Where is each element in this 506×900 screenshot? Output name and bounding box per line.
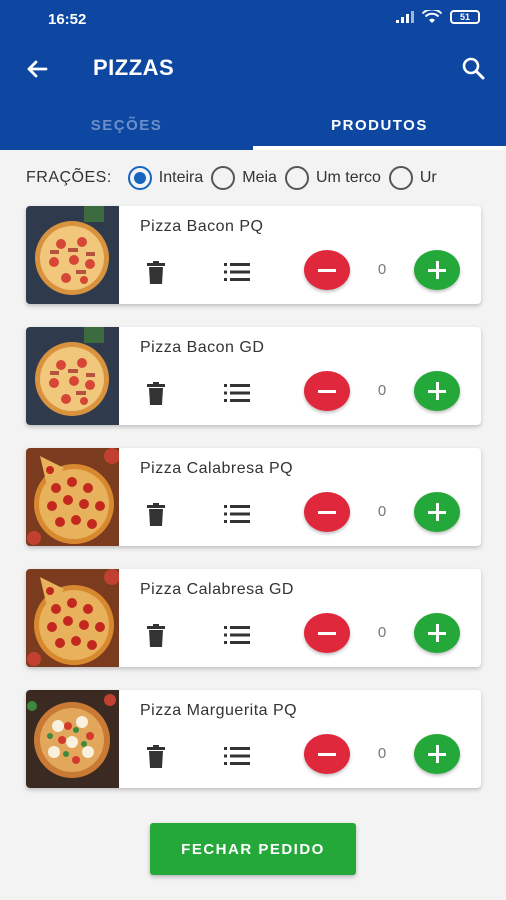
increase-quantity-button[interactable] bbox=[414, 613, 460, 653]
radio-unchecked-icon[interactable] bbox=[388, 166, 413, 190]
toolbar: PIZZAS bbox=[0, 38, 506, 100]
details-button[interactable] bbox=[224, 746, 250, 766]
fraction-option-um-terco[interactable]: Um terco bbox=[284, 166, 381, 190]
fraction-option-label: Meia bbox=[242, 169, 277, 186]
product-name: Pizza Bacon GD bbox=[140, 339, 265, 356]
delete-button[interactable] bbox=[146, 745, 166, 769]
fraction-option-label: Um terco bbox=[315, 169, 381, 186]
search-icon bbox=[462, 57, 485, 80]
signal-icon bbox=[396, 11, 414, 23]
increase-quantity-button[interactable] bbox=[414, 492, 460, 532]
tab-secoes[interactable]: SEÇÕES bbox=[0, 100, 253, 150]
fraction-option-label: Ur bbox=[419, 169, 437, 186]
trash-icon bbox=[147, 745, 165, 768]
wifi-icon bbox=[422, 10, 442, 23]
app-header: 16:52 51 PIZZAS SEÇÕES PRODUTOS bbox=[0, 0, 506, 150]
details-button[interactable] bbox=[224, 504, 250, 524]
pizza-calabresa-image bbox=[26, 448, 119, 546]
decrease-quantity-button[interactable] bbox=[304, 371, 350, 411]
quantity-value: 0 bbox=[377, 624, 387, 641]
product-name: Pizza Bacon PQ bbox=[140, 218, 264, 235]
fractions-group: FRAÇÕES: Inteira Meia Um terco Ur bbox=[0, 160, 506, 196]
product-name: Pizza Calabresa PQ bbox=[140, 460, 294, 477]
pizza-bacon-image bbox=[26, 327, 119, 425]
fraction-option-label: Inteira bbox=[158, 169, 204, 186]
trash-icon bbox=[147, 382, 165, 405]
product-card: Pizza Calabresa GD 0 bbox=[26, 569, 481, 667]
details-button[interactable] bbox=[224, 383, 250, 403]
back-button[interactable] bbox=[22, 54, 52, 84]
battery-level: 51 bbox=[459, 11, 470, 22]
product-name: Pizza Calabresa GD bbox=[140, 581, 294, 598]
status-icons: 51 bbox=[396, 10, 480, 24]
decrease-quantity-button[interactable] bbox=[304, 492, 350, 532]
tab-bar: SEÇÕES PRODUTOS bbox=[0, 100, 506, 150]
list-icon bbox=[224, 747, 250, 765]
radio-unchecked-icon[interactable] bbox=[211, 166, 236, 190]
fraction-option-ur[interactable]: Ur bbox=[388, 166, 437, 190]
increase-quantity-button[interactable] bbox=[414, 371, 460, 411]
delete-button[interactable] bbox=[146, 624, 166, 648]
increase-quantity-button[interactable] bbox=[414, 734, 460, 774]
tab-produtos[interactable]: PRODUTOS bbox=[253, 100, 506, 150]
trash-icon bbox=[147, 503, 165, 526]
product-card: Pizza Marguerita PQ 0 bbox=[26, 690, 481, 788]
product-name: Pizza Marguerita PQ bbox=[140, 702, 298, 719]
decrease-quantity-button[interactable] bbox=[304, 613, 350, 653]
product-card: Pizza Bacon PQ 0 bbox=[26, 206, 481, 304]
quantity-value: 0 bbox=[377, 745, 387, 762]
details-button[interactable] bbox=[224, 262, 250, 282]
trash-icon bbox=[147, 261, 165, 284]
search-button[interactable] bbox=[458, 53, 488, 83]
fractions-label: FRAÇÕES: bbox=[26, 169, 112, 186]
quantity-value: 0 bbox=[377, 261, 387, 278]
decrease-quantity-button[interactable] bbox=[304, 250, 350, 290]
status-time: 16:52 bbox=[48, 11, 87, 28]
pizza-marguerita-image bbox=[26, 690, 119, 788]
details-button[interactable] bbox=[224, 625, 250, 645]
arrow-left-icon bbox=[27, 60, 48, 78]
trash-icon bbox=[147, 624, 165, 647]
list-icon bbox=[224, 505, 250, 523]
page-title: PIZZAS bbox=[93, 55, 175, 80]
pizza-calabresa-image bbox=[26, 569, 119, 667]
delete-button[interactable] bbox=[146, 382, 166, 406]
battery-icon: 51 bbox=[450, 10, 480, 24]
product-card: Pizza Bacon GD 0 bbox=[26, 327, 481, 425]
checkout-button[interactable]: FECHAR PEDIDO bbox=[150, 823, 356, 875]
list-icon bbox=[224, 263, 250, 281]
increase-quantity-button[interactable] bbox=[414, 250, 460, 290]
quantity-value: 0 bbox=[377, 382, 387, 399]
status-bar: 16:52 51 bbox=[0, 0, 506, 38]
pizza-bacon-image bbox=[26, 206, 119, 304]
delete-button[interactable] bbox=[146, 261, 166, 285]
fraction-option-meia[interactable]: Meia bbox=[211, 166, 277, 190]
fraction-option-inteira[interactable]: Inteira bbox=[127, 166, 204, 190]
product-card: Pizza Calabresa PQ 0 bbox=[26, 448, 481, 546]
quantity-value: 0 bbox=[377, 503, 387, 520]
radio-checked-icon[interactable] bbox=[127, 166, 152, 190]
radio-unchecked-icon[interactable] bbox=[284, 166, 309, 190]
decrease-quantity-button[interactable] bbox=[304, 734, 350, 774]
list-icon bbox=[224, 626, 250, 644]
list-icon bbox=[224, 384, 250, 402]
delete-button[interactable] bbox=[146, 503, 166, 527]
